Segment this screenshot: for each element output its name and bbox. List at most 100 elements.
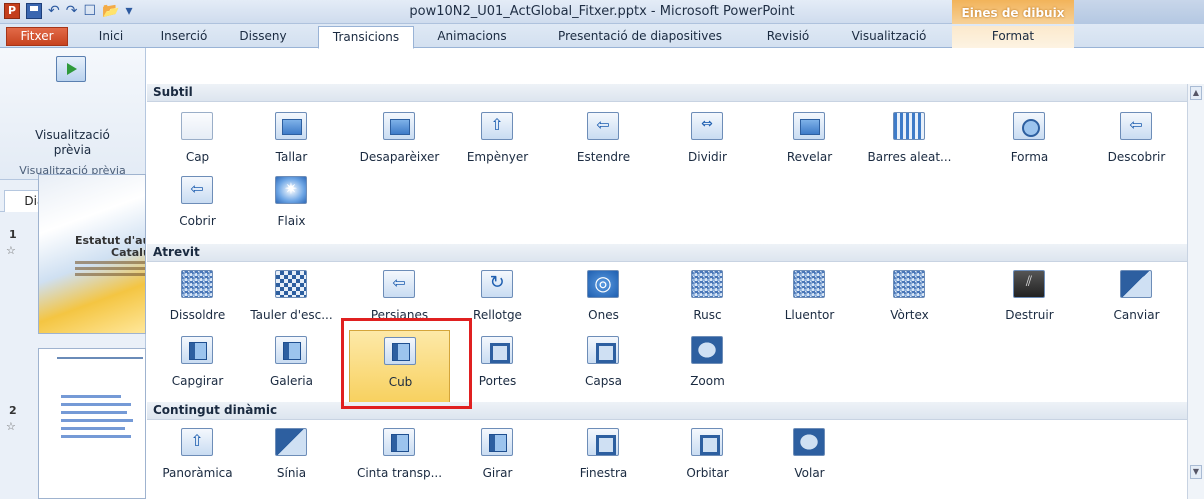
slide-thumbnail-1[interactable]: Estatut d'au Catalu	[38, 174, 146, 334]
transition-flash[interactable]: Flaix	[241, 170, 342, 248]
gallery-icon	[275, 336, 307, 364]
transition-label: Barres aleat...	[867, 150, 952, 164]
transition-orbit[interactable]: Orbitar	[657, 422, 758, 499]
transition-label: Vòrtex	[890, 308, 929, 322]
transition-label: Empènyer	[466, 150, 529, 164]
ferris-wheel-icon	[275, 428, 307, 456]
tab-review[interactable]: Revisió	[758, 26, 818, 48]
tab-insert[interactable]: Inserció	[150, 26, 218, 48]
slide-text-line	[61, 411, 127, 414]
transition-conveyor[interactable]: Cinta transp...	[349, 422, 450, 499]
flash-icon	[275, 176, 307, 204]
transition-label: Volar	[794, 466, 825, 480]
conveyor-icon	[383, 428, 415, 456]
scroll-down-icon[interactable]: ▼	[1190, 465, 1202, 479]
transition-label: Capgirar	[171, 374, 224, 388]
rotate-icon	[481, 428, 513, 456]
fly-through-icon	[793, 428, 825, 456]
transition-random-bars[interactable]: Barres aleat...	[859, 106, 960, 184]
blinds-icon	[383, 270, 415, 298]
transition-switch[interactable]: Canviar	[1086, 264, 1187, 342]
tab-file[interactable]: Fitxer	[6, 27, 68, 46]
transition-shred[interactable]: Destruir	[979, 264, 1080, 342]
transition-ferris-wheel[interactable]: Sínia	[241, 422, 342, 499]
transition-label: Dividir	[688, 150, 727, 164]
transition-label: Rusc	[693, 308, 722, 322]
fade-icon	[383, 112, 415, 140]
push-icon	[481, 112, 513, 140]
preview-label-line2: prèvia	[53, 143, 92, 157]
transition-cover[interactable]: Cobrir	[147, 170, 248, 248]
preview-button[interactable]: Visualització prèvia	[0, 128, 145, 158]
transition-zoom[interactable]: Zoom	[657, 330, 758, 408]
transition-fly-through[interactable]: Volar	[759, 422, 860, 499]
transition-push[interactable]: Empènyer	[447, 106, 548, 184]
slide-text-line	[61, 427, 125, 430]
random-bars-icon	[893, 112, 925, 140]
box-icon	[587, 336, 619, 364]
honeycomb-icon	[691, 270, 723, 298]
slide-thumbnail-2[interactable]	[38, 348, 146, 499]
none-icon	[181, 112, 213, 140]
tab-format[interactable]: Format	[952, 26, 1074, 48]
transition-label: Dissoldre	[169, 308, 226, 322]
category-header: Contingut dinàmic	[147, 402, 1187, 420]
transition-box[interactable]: Capsa	[553, 330, 654, 408]
transition-label: Finestra	[579, 466, 628, 480]
transition-glitter[interactable]: Lluentor	[759, 264, 860, 342]
transition-label: Panoràmica	[162, 466, 233, 480]
tab-home[interactable]: Inici	[86, 26, 136, 48]
contextual-tab-title: Eines de dibuix	[961, 6, 1065, 20]
transition-gallery[interactable]: Galeria	[241, 330, 342, 408]
window-icon	[587, 428, 619, 456]
transition-shape[interactable]: Forma	[979, 106, 1080, 184]
preview-label-line1: Visualització	[35, 128, 110, 142]
highlight-annotation-box	[341, 318, 472, 409]
tab-view[interactable]: Visualització	[836, 26, 942, 48]
transition-uncover[interactable]: Descobrir	[1086, 106, 1187, 184]
slide-header-line	[57, 357, 143, 369]
slide-title: Estatut d'au Catalu	[75, 235, 145, 259]
transition-label: Lluentor	[784, 308, 835, 322]
transition-label: Descobrir	[1107, 150, 1166, 164]
slide-text-lines	[75, 261, 145, 279]
transition-label: Destruir	[1005, 308, 1054, 322]
checkerboard-icon	[275, 270, 307, 298]
transition-flip[interactable]: Capgirar	[147, 330, 248, 408]
dissolve-icon	[181, 270, 213, 298]
transition-label: Desaparèixer	[359, 150, 440, 164]
transition-vortex[interactable]: Vòrtex	[859, 264, 960, 342]
tab-animations[interactable]: Animacions	[428, 26, 516, 48]
tab-transitions[interactable]: Transicions	[318, 26, 414, 49]
transition-star-icon: ☆	[6, 244, 16, 257]
scroll-up-icon[interactable]: ▲	[1190, 86, 1202, 100]
glitter-icon	[793, 270, 825, 298]
wipe-icon	[587, 112, 619, 140]
transition-label: Zoom	[690, 374, 725, 388]
transition-rotate[interactable]: Girar	[447, 422, 548, 499]
transition-reveal[interactable]: Revelar	[759, 106, 860, 184]
transition-fade[interactable]: Desaparèixer	[349, 106, 450, 184]
transition-label: Tauler d'esc...	[250, 308, 333, 322]
window-controls-area	[1074, 0, 1204, 24]
transition-label: Capsa	[585, 374, 622, 388]
transition-split[interactable]: Dividir	[657, 106, 758, 184]
transition-label: Ones	[588, 308, 619, 322]
slide-text-line	[61, 395, 121, 398]
slide-title-line2: Catalu	[111, 246, 145, 259]
transition-label: Sínia	[276, 466, 307, 480]
transition-pan[interactable]: Panoràmica	[147, 422, 248, 499]
tab-slideshow[interactable]: Presentació de diapositives	[540, 26, 740, 48]
transition-wipe[interactable]: Estendre	[553, 106, 654, 184]
zoom-icon	[691, 336, 723, 364]
category-header: Subtil	[147, 84, 1187, 102]
preview-play-icon[interactable]	[56, 56, 86, 82]
split-icon	[691, 112, 723, 140]
transition-gallery: Subtil Cap Tallar Desaparèixer Empènyer …	[147, 84, 1187, 499]
gallery-scrollbar[interactable]: ▲ ▼	[1187, 84, 1204, 499]
clock-icon	[481, 270, 513, 298]
transition-window[interactable]: Finestra	[553, 422, 654, 499]
cover-icon	[181, 176, 213, 204]
ripple-icon	[587, 270, 619, 298]
tab-design[interactable]: Disseny	[234, 26, 292, 48]
